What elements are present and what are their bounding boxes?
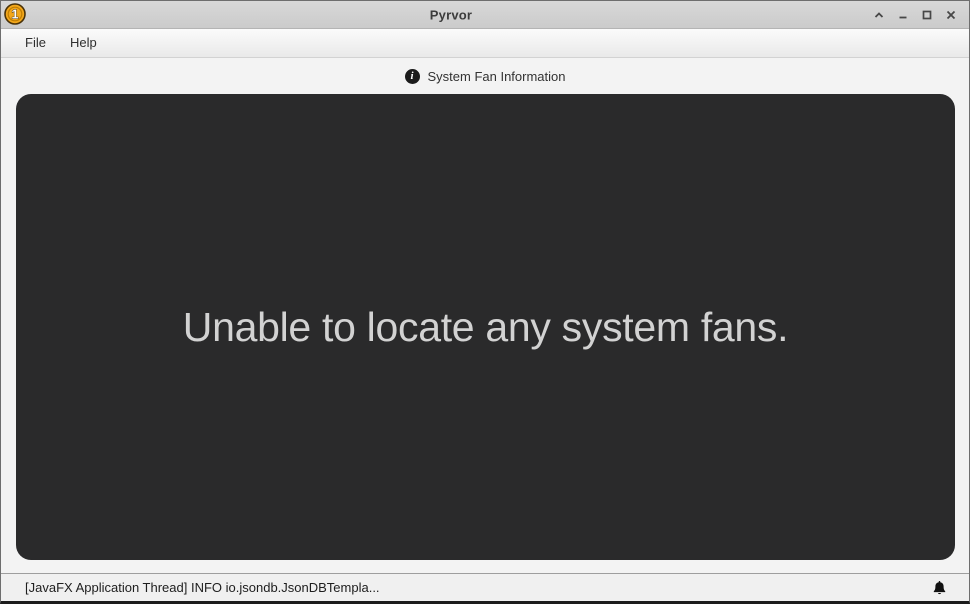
window-controls [867,1,963,29]
statusbar: [JavaFX Application Thread] INFO io.json… [1,573,969,601]
window-title: Pyrvor [429,7,473,22]
minimize-icon [899,16,907,19]
minimize-button[interactable] [891,3,915,27]
shade-icon [874,12,884,18]
maximize-icon [922,10,932,20]
menu-help[interactable]: Help [58,29,109,57]
status-log-text: [JavaFX Application Thread] INFO io.json… [25,580,380,595]
section-title: System Fan Information [427,68,566,84]
close-icon [946,10,956,20]
menubar: File Help [1,29,969,58]
info-icon: i [404,68,420,84]
content-area: i System Fan Information Unable to locat… [1,58,969,574]
app-window: 1 Pyrvor File Help i System Fan Informat… [0,0,970,604]
section-header: i System Fan Information [1,58,969,94]
menu-file[interactable]: File [13,29,58,57]
svg-text:1: 1 [12,8,19,22]
bell-icon[interactable] [932,580,947,596]
fan-info-panel: Unable to locate any system fans. [16,94,955,560]
shade-button[interactable] [867,3,891,27]
close-button[interactable] [939,3,963,27]
empty-state-message: Unable to locate any system fans. [182,303,789,350]
coin-icon: 1 [4,3,26,25]
maximize-button[interactable] [915,3,939,27]
titlebar[interactable]: 1 Pyrvor [1,1,969,29]
